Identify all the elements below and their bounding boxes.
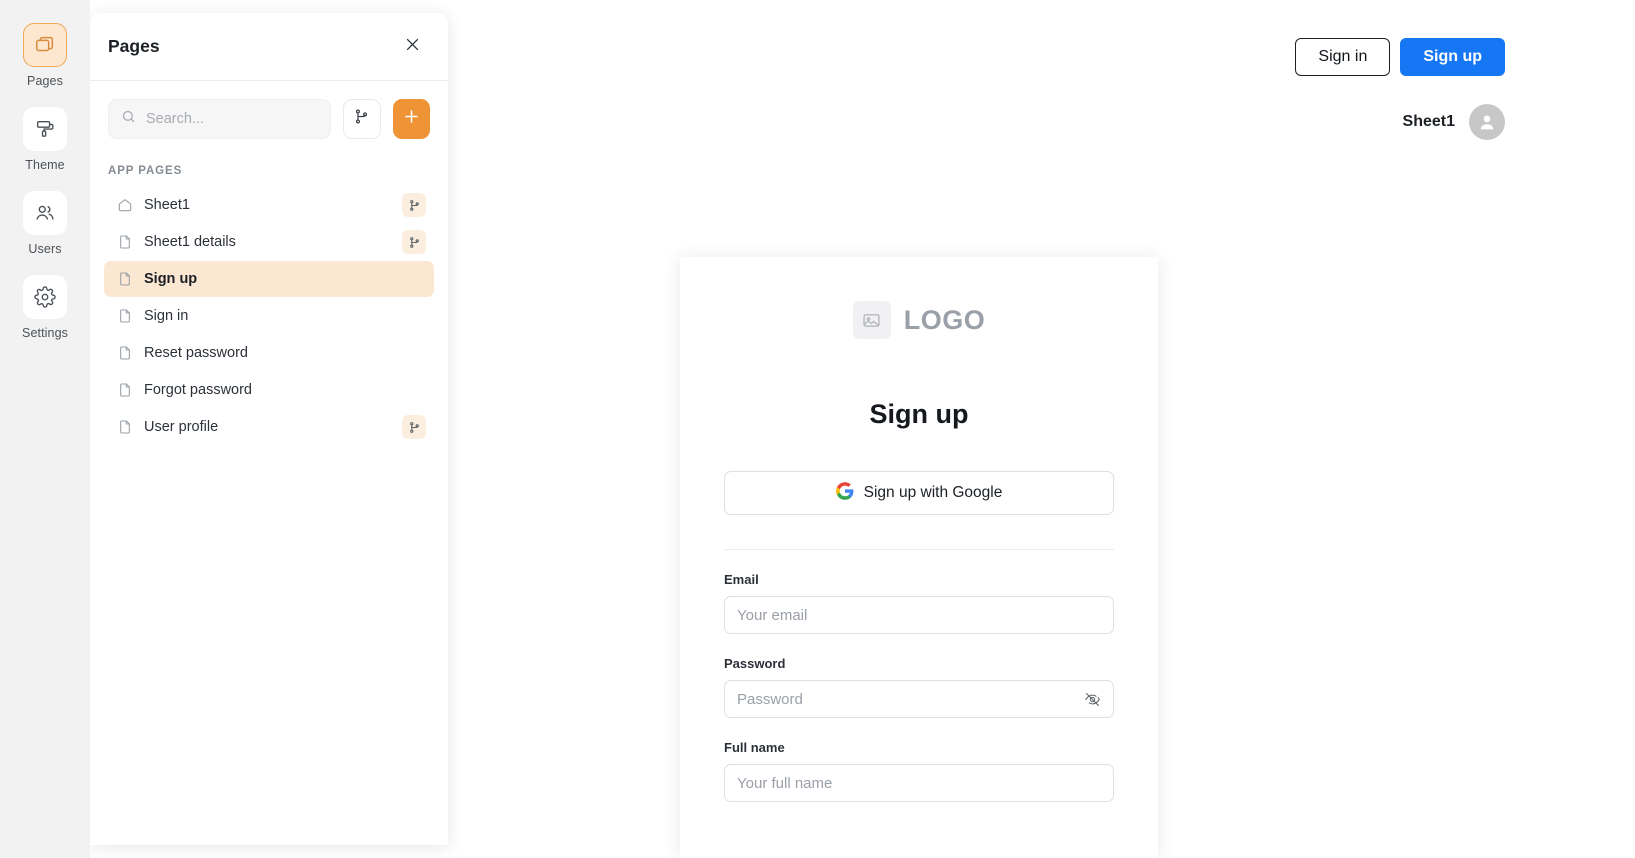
document-icon (116, 234, 133, 251)
document-icon (116, 419, 133, 436)
rail-label-users: Users (28, 242, 62, 256)
document-icon (116, 345, 133, 362)
card-logo: LOGO (724, 301, 1114, 339)
google-icon (835, 481, 854, 505)
rail-label-settings: Settings (22, 326, 68, 340)
page-list-item-sheet1-details[interactable]: Sheet1 details (104, 224, 434, 260)
page-list-item-label: Sign up (144, 271, 198, 287)
full-name-input[interactable] (737, 774, 1101, 792)
page-list-item-user-profile[interactable]: User profile (104, 409, 434, 445)
page-list-item-sheet1[interactable]: Sheet1 (104, 187, 434, 223)
page-list-item-forgot-password[interactable]: Forgot password (104, 372, 434, 408)
left-rail: Pages Theme Users Settings (0, 0, 90, 858)
preview-header-actions: Sign in Sign up (1295, 38, 1505, 76)
email-field-wrapper[interactable] (724, 596, 1114, 634)
rail-item-settings[interactable]: Settings (7, 270, 83, 350)
password-field-wrapper[interactable] (724, 680, 1114, 718)
rail-label-theme: Theme (25, 158, 65, 172)
rail-item-users[interactable]: Users (7, 186, 83, 266)
sign-up-button[interactable]: Sign up (1400, 38, 1505, 76)
rail-item-theme[interactable]: Theme (7, 102, 83, 182)
settings-icon-box (23, 275, 67, 319)
add-page-button[interactable] (392, 99, 430, 139)
search-box[interactable] (108, 99, 332, 139)
page-flow-button[interactable] (343, 99, 381, 139)
pages-panel: Pages Search... APP PAGES Sheet1 Sheet1 … (90, 13, 448, 845)
app-root: Pages Theme Users Settings Pages Search.… (0, 0, 1635, 858)
document-icon (116, 382, 133, 399)
close-icon (404, 36, 421, 58)
page-list-item-label: Forgot password (144, 382, 252, 398)
gear-icon (34, 286, 56, 308)
page-flow-icon-button[interactable] (402, 230, 426, 254)
page-list-item-sign-in[interactable]: Sign in (104, 298, 434, 334)
rail-item-pages[interactable]: Pages (7, 18, 83, 98)
logo-text: LOGO (903, 304, 986, 335)
email-input[interactable] (737, 606, 1101, 624)
page-flow-icon-button[interactable] (402, 415, 426, 439)
app-preview-canvas: Sign in Sign up Sheet1 LOGO Sign up Sign… (448, 0, 1635, 858)
page-list-item-label: Sheet1 details (144, 234, 236, 250)
email-field-label: Email (724, 572, 759, 587)
document-icon (116, 308, 133, 325)
search-input[interactable] (146, 111, 319, 127)
page-list-item-label: Reset password (144, 345, 248, 361)
rail-label-pages: Pages (27, 74, 63, 88)
user-avatar-icon[interactable] (1469, 104, 1505, 140)
page-list-item-label: Sheet1 (144, 197, 190, 213)
pages-icon-box (23, 23, 67, 67)
preview-user-area: Sheet1 (1403, 104, 1505, 140)
panel-title: Pages (108, 36, 160, 56)
git-branch-icon (353, 108, 370, 130)
pages-icon (34, 34, 56, 56)
theme-icon-box (23, 107, 67, 151)
card-title: Sign up (869, 399, 969, 429)
password-field-label: Password (724, 656, 786, 671)
page-list-item-label: Sign in (144, 308, 189, 324)
pages-toolbar (90, 81, 448, 139)
preview-user-name: Sheet1 (1402, 113, 1455, 130)
full-name-field-label: Full name (724, 740, 785, 755)
home-icon (116, 197, 133, 214)
close-panel-button[interactable] (398, 33, 426, 61)
users-icon-box (23, 191, 67, 235)
page-flow-icon-button[interactable] (402, 193, 426, 217)
card-divider (724, 549, 1114, 550)
sign-in-button[interactable]: Sign in (1295, 38, 1391, 76)
full-name-field-group: Full name (724, 740, 1114, 802)
password-field-group: Password (724, 656, 1114, 718)
page-list-item-label: User profile (144, 419, 219, 435)
page-list: Sheet1 Sheet1 details Sign up Sign in Re… (90, 183, 448, 845)
image-placeholder-icon (852, 301, 891, 339)
paint-roller-icon (34, 118, 56, 140)
eye-off-icon[interactable] (1082, 689, 1102, 709)
sign-up-with-google-label: Sign up with Google (863, 484, 1003, 501)
sign-up-with-google-button[interactable]: Sign up with Google (724, 471, 1114, 515)
pages-panel-header: Pages (90, 13, 448, 81)
password-input[interactable] (737, 690, 1101, 708)
search-icon (121, 109, 136, 129)
full-name-field-wrapper[interactable] (724, 764, 1114, 802)
page-list-item-reset-password[interactable]: Reset password (104, 335, 434, 371)
email-field-group: Email (724, 572, 1114, 634)
page-list-item-sign-up[interactable]: Sign up (104, 261, 434, 297)
sign-up-card: LOGO Sign up Sign up with Google Email Y… (680, 257, 1158, 858)
users-icon (34, 202, 56, 224)
plus-icon (402, 107, 421, 131)
app-pages-section-label: APP PAGES (108, 165, 183, 177)
document-icon (116, 271, 133, 288)
